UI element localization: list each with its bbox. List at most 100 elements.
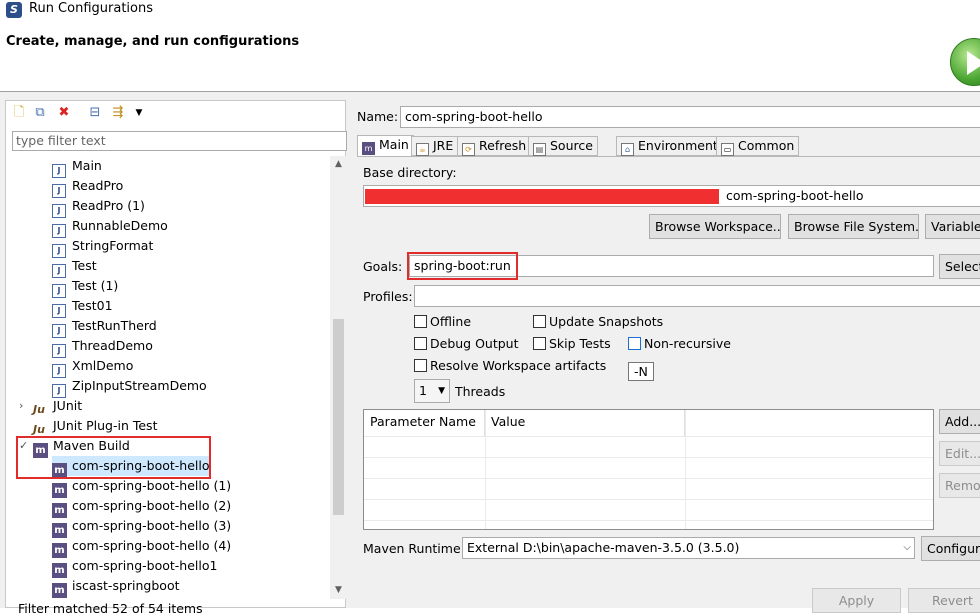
tree-item[interactable]: J RunnableDemo	[52, 216, 168, 238]
collapse-all-icon[interactable]: ⊟	[87, 105, 103, 121]
source-icon: ▤	[533, 143, 546, 156]
new-config-icon[interactable]: 🗋	[11, 105, 27, 121]
tree-item-label: com-spring-boot-hello (3)	[72, 518, 232, 533]
threads-spinner[interactable]: 1 ▼	[414, 379, 450, 403]
non-recursive-tooltip: -N	[628, 362, 654, 381]
tree-item[interactable]: m com-spring-boot-hello (1)	[52, 476, 232, 498]
tree-item[interactable]: J StringFormat	[52, 236, 153, 258]
remove-parameter-button[interactable]: Remove	[939, 473, 980, 498]
param-name-header[interactable]: Parameter Name	[364, 410, 485, 436]
tree-item[interactable]: J TestRunTherd	[52, 316, 157, 338]
tree-item[interactable]: m iscast-springboot	[52, 576, 180, 598]
browse-filesystem-button[interactable]: Browse File System...	[788, 214, 919, 239]
base-directory-label: Base directory:	[363, 165, 457, 180]
offline-checkbox[interactable]: Offline	[414, 314, 471, 329]
tree-item-label: JUnit Plug-in Test	[53, 418, 158, 433]
delete-config-icon[interactable]: ✖	[56, 105, 72, 121]
tab-jre[interactable]: ☕ JRE	[411, 136, 459, 156]
maven-main-icon: m	[362, 142, 375, 155]
chevron-down-icon[interactable]: ⌵	[903, 538, 911, 558]
revert-button[interactable]: Revert	[908, 588, 980, 613]
parameter-table[interactable]: Parameter Name Value	[363, 409, 934, 530]
debug-output-checkbox[interactable]: Debug Output	[414, 336, 519, 351]
add-parameter-button[interactable]: Add...	[939, 409, 980, 434]
tree-item[interactable]: m com-spring-boot-hello (2)	[52, 496, 232, 518]
tree-item-label: Test	[72, 258, 97, 273]
browse-workspace-button[interactable]: Browse Workspace...	[649, 214, 781, 239]
configuration-list-pane: 🗋 ⧉ ✖ ⊟ ⇶ ▼ type filter text J Main J ReadP…	[5, 100, 347, 616]
tree-item-label: com-spring-boot-hello (4)	[72, 538, 232, 553]
tab-common[interactable]: ▭ Common	[716, 136, 800, 156]
duplicate-config-icon[interactable]: ⧉	[32, 105, 48, 121]
tree-item-label: com-spring-boot-hello (1)	[72, 478, 232, 493]
tree-item[interactable]: J ZipInputStreamDemo	[52, 376, 207, 398]
table-row-line	[364, 457, 933, 458]
tree-item[interactable]: J ThreadDemo	[52, 336, 153, 358]
jre-icon: ☕	[416, 143, 429, 156]
tree-item[interactable]: m com-spring-boot-hello1	[52, 556, 217, 578]
tree-item-label: com-spring-boot-hello (2)	[72, 498, 232, 513]
chevron-down-icon[interactable]: ▼	[438, 380, 445, 402]
tab-refresh[interactable]: ⟳ Refresh	[457, 136, 532, 156]
resolve-workspace-box[interactable]	[414, 359, 427, 372]
tab-refresh-label: Refresh	[479, 138, 527, 153]
tree-item[interactable]: Ju JUnit Plug-in Test	[33, 416, 157, 436]
tree-item[interactable]: J Test (1)	[52, 276, 119, 298]
view-menu-chevron-down-icon[interactable]: ▼	[131, 105, 147, 121]
update-snapshots-checkbox[interactable]: Update Snapshots	[533, 314, 663, 329]
tree-scrollbar[interactable]: ▲ ▼	[330, 156, 347, 599]
debug-output-box[interactable]	[414, 337, 427, 350]
tree-item[interactable]: J Main	[52, 156, 102, 178]
configure-runtime-button[interactable]: Configure...	[921, 536, 980, 561]
tree-item[interactable]: m com-spring-boot-hello (4)	[52, 536, 232, 558]
table-row-line	[364, 478, 933, 479]
apply-button[interactable]: Apply	[812, 588, 901, 613]
highlight-box-goals	[407, 252, 518, 280]
filter-configs-icon[interactable]: ⇶	[110, 105, 126, 121]
tree-item[interactable]: J ReadPro (1)	[52, 196, 145, 218]
tree-item[interactable]: m com-spring-boot-hello (3)	[52, 516, 232, 538]
scroll-down-icon[interactable]: ▼	[330, 582, 347, 599]
update-snapshots-box[interactable]	[533, 315, 546, 328]
variables-button[interactable]: Variables...	[925, 214, 980, 239]
tree-item[interactable]: › Ju JUnit	[19, 396, 82, 416]
tree-item-label: RunnableDemo	[72, 218, 168, 233]
tree-item[interactable]: J XmlDemo	[52, 356, 133, 378]
tree-item-label: ReadPro (1)	[72, 198, 145, 213]
profiles-input[interactable]	[414, 285, 980, 307]
configuration-editor: Name: com-spring-boot-hello m Main ☕ JRE ⟳…	[352, 100, 980, 613]
configuration-tree: J Main J ReadPro J ReadPro (1) J RunnableDemo J S…	[6, 156, 330, 599]
tab-source[interactable]: ▤ Source	[528, 136, 598, 156]
maven-runtime-select[interactable]: External D:\bin\apache-maven-3.5.0 (3.5.…	[462, 537, 915, 559]
tab-environment-label: Environment	[638, 138, 718, 153]
resolve-workspace-checkbox[interactable]: Resolve Workspace artifacts	[414, 358, 606, 373]
table-row-line	[364, 499, 933, 500]
tab-main[interactable]: m Main	[357, 135, 414, 156]
tree-item-label: Test (1)	[72, 278, 119, 293]
scroll-up-icon[interactable]: ▲	[330, 156, 347, 173]
tree-item[interactable]: J Test01	[52, 296, 113, 318]
select-goals-button[interactable]: Select...	[939, 254, 980, 279]
tab-environment[interactable]: ⌂ Environment	[616, 136, 723, 156]
debug-output-label: Debug Output	[430, 336, 519, 351]
dialog-header: Create, manage, and run configurations	[0, 22, 980, 92]
tree-item[interactable]: J ReadPro	[52, 176, 123, 198]
param-value-header[interactable]: Value	[485, 410, 685, 436]
skip-tests-checkbox[interactable]: Skip Tests	[533, 336, 611, 351]
non-recursive-box[interactable]	[628, 337, 641, 350]
title-bar: S Run Configurations	[0, 0, 980, 22]
offline-checkbox-box[interactable]	[414, 315, 427, 328]
threads-label: Threads	[455, 384, 506, 399]
skip-tests-box[interactable]	[533, 337, 546, 350]
filter-input[interactable]: type filter text	[12, 131, 347, 151]
update-snapshots-label: Update Snapshots	[549, 314, 664, 329]
tree-item[interactable]: J Test	[52, 256, 97, 278]
edit-parameter-button[interactable]: Edit...	[939, 441, 980, 466]
chevron-right-icon[interactable]: ›	[19, 396, 23, 416]
filter-status: Filter matched 52 of 54 items	[18, 601, 203, 616]
tree-item-label: TestRunTherd	[72, 318, 157, 333]
window-title: Run Configurations	[29, 1, 153, 16]
scroll-thumb[interactable]	[333, 319, 344, 515]
name-input[interactable]: com-spring-boot-hello	[400, 106, 980, 128]
non-recursive-checkbox[interactable]: Non-recursive	[628, 336, 731, 351]
